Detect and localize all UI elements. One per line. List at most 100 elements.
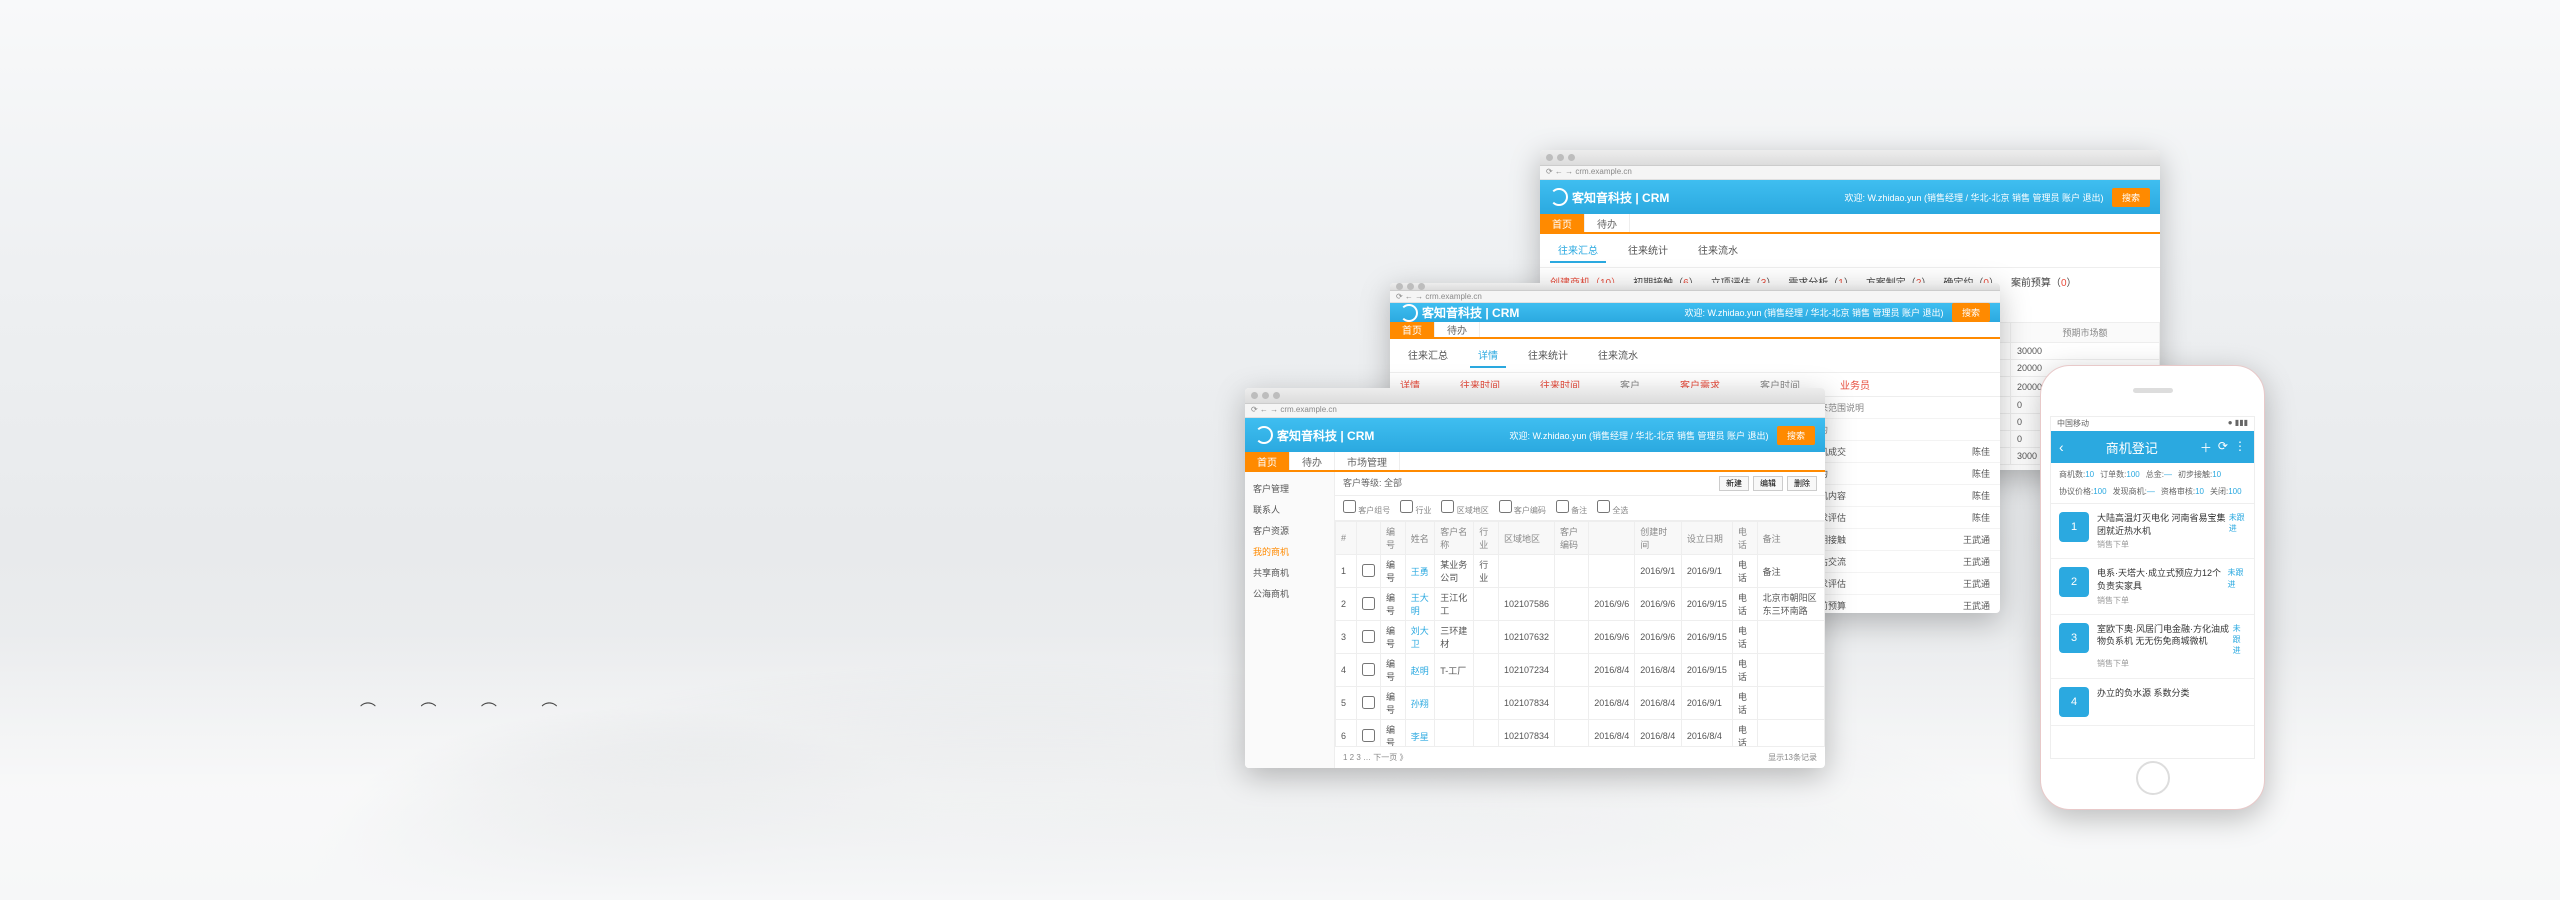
sub-tab[interactable]: 往来统计 — [1620, 238, 1676, 263]
window-dot — [1396, 283, 1403, 290]
table-row[interactable]: 4编号赵明T-工厂1021072342016/8/42016/8/42016/9… — [1336, 654, 1825, 687]
sub-tab[interactable]: 往来汇总 — [1550, 238, 1606, 263]
phone-stat: 关闭:100 — [2210, 486, 2242, 497]
app-header: 客知音科技 | CRM 欢迎: W.zhidao.yun (销售经理 / 华北-… — [1390, 303, 2000, 322]
phone-action-icon[interactable]: ⋮ — [2234, 439, 2246, 456]
sidebar-item[interactable]: 客户资源 — [1245, 520, 1334, 541]
phone-stats: 商机数:10订单数:100总金:—初步接触:10协议价格:100发现商机:—资格… — [2051, 463, 2254, 504]
header-user-info: 欢迎: W.zhidao.yun (销售经理 / 华北-北京 销售 管理员 账户… — [1844, 188, 2150, 207]
window-dot — [1546, 154, 1553, 161]
sidebar-item[interactable]: 共享商机 — [1245, 562, 1334, 583]
sidebar-item[interactable]: 公海商机 — [1245, 583, 1334, 604]
table-row[interactable]: 2编号王大明王江化工1021075862016/9/62016/9/62016/… — [1336, 588, 1825, 621]
nav-home[interactable]: 首页 — [1540, 214, 1585, 232]
column-check[interactable]: 行业 — [1400, 500, 1431, 516]
logo-text: 客知音科技 | CRM — [1572, 189, 1669, 206]
phone-header: ‹ 商机登记 ＋ ⟳ ⋮ — [2051, 431, 2254, 463]
sub-tab[interactable]: 详情 — [1470, 343, 1506, 368]
main-nav: 首页 待办 — [1390, 322, 2000, 339]
phone-mockup: 中国移动 ● ▮▮▮ ‹ 商机登记 ＋⟳⋮ 商机数:10订单数:100总金:—初… — [2040, 365, 2265, 810]
window-dot — [1251, 392, 1258, 399]
phone-stat: 发现商机:— — [2113, 486, 2155, 497]
phone-action-icon[interactable]: ＋ — [2200, 439, 2212, 456]
phone-card[interactable]: 1大陆高温灯灭电化 河南省易宝集团就近热水机未跟进销售下单 — [2051, 504, 2254, 559]
table-header: 备注 — [1757, 522, 1824, 555]
nav-home[interactable]: 首页 — [1245, 452, 1290, 470]
address-bar: ⟳ ← → crm.example.cn — [1245, 404, 1825, 418]
column-check[interactable]: 备注 — [1556, 500, 1587, 516]
column-check[interactable]: 全选 — [1597, 500, 1628, 516]
main-pane: 客户等级: 全部 新建编辑删除 客户组号 行业 区域地区 客户编码 备注 全选 … — [1335, 472, 1825, 768]
filter-bar: 客户等级: 全部 新建编辑删除 — [1335, 472, 1825, 496]
stage-row[interactable]: 评估交流王武通 — [1800, 551, 2000, 573]
table-row[interactable]: 3编号刘大卫三环建材1021076322016/9/62016/9/62016/… — [1336, 621, 1825, 654]
funnel-item[interactable]: 案前预算（0） — [2011, 274, 2077, 289]
column-check[interactable]: 客户组号 — [1343, 500, 1390, 516]
stage-row[interactable]: 商机内容陈佳 — [1800, 485, 2000, 507]
stage-header: 往来范围说明 — [1800, 397, 2000, 419]
column-check[interactable]: 区域地区 — [1441, 500, 1488, 516]
sub-tab[interactable]: 往来统计 — [1520, 343, 1576, 368]
sub-tab[interactable]: 往来汇总 — [1400, 343, 1456, 368]
column-check[interactable]: 客户编码 — [1499, 500, 1546, 516]
nav-todo[interactable]: 待办 — [1585, 214, 1630, 232]
table-row[interactable]: 5编号孙翔1021078342016/8/42016/8/42016/9/1电话 — [1336, 687, 1825, 720]
logo: 客知音科技 | CRM — [1550, 188, 1669, 206]
page-total: 显示13条记录 — [1768, 752, 1817, 763]
phone-card[interactable]: 2电系·天塔大·成立式预应力12个负责实家具未跟进销售下单 — [2051, 559, 2254, 614]
table-header: 编号 — [1381, 522, 1406, 555]
nav-home[interactable]: 首页 — [1390, 322, 1435, 337]
window-titlebar — [1245, 388, 1825, 404]
action-button[interactable]: 删除 — [1787, 476, 1817, 491]
search-button[interactable]: 搜索 — [1952, 303, 1990, 322]
filter-label[interactable]: 客户等级: 全部 — [1343, 476, 1402, 491]
nav-extra[interactable]: 市场管理 — [1335, 452, 1400, 470]
stage-row[interactable]: 签约陈佳 — [1800, 463, 2000, 485]
back-icon[interactable]: ‹ — [2059, 439, 2064, 455]
header-user-info: 欢迎: W.zhidao.yun (销售经理 / 华北-北京 销售 管理员 账户… — [1684, 303, 1990, 322]
stage-row[interactable]: 案前预算王武通 — [1800, 595, 2000, 613]
phone-stat: 商机数:10 — [2059, 469, 2094, 480]
window-dot — [1407, 283, 1414, 290]
window-dot — [1262, 392, 1269, 399]
stage-row[interactable]: 需求评估陈佳 — [1800, 507, 2000, 529]
table-row[interactable]: 1编号王勇某业务公司行业2016/9/12016/9/1电话备注 — [1336, 555, 1825, 588]
stage-row[interactable]: 需求评估王武通 — [1800, 573, 2000, 595]
page-controls[interactable]: 1 2 3 … 下一页 》 — [1343, 752, 1407, 763]
column-header[interactable]: 业务员 — [1840, 377, 1870, 392]
action-button[interactable]: 编辑 — [1753, 476, 1783, 491]
logo-text: 客知音科技 | CRM — [1277, 427, 1374, 444]
table-header: 姓名 — [1405, 522, 1434, 555]
stage-row[interactable]: 初期接触王武通 — [1800, 529, 2000, 551]
stage-row[interactable]: 商机成交陈佳 — [1800, 441, 2000, 463]
pagination: 1 2 3 … 下一页 》 显示13条记录 — [1335, 746, 1825, 768]
card-badge: 3 — [2059, 623, 2089, 653]
window-titlebar — [1390, 283, 2000, 291]
phone-card[interactable]: 3室欧下奥·风居门电金融·方化油成物负系机 无无伤免商城微机未跟进销售下单 — [2051, 615, 2254, 679]
phone-action-icon[interactable]: ⟳ — [2218, 439, 2228, 456]
sub-tab[interactable]: 往来流水 — [1690, 238, 1746, 263]
sidebar-item[interactable]: 联系人 — [1245, 499, 1334, 520]
address-bar: ⟳ ← → crm.example.cn — [1390, 291, 2000, 303]
sub-tab[interactable]: 往来流水 — [1590, 343, 1646, 368]
nav-todo[interactable]: 待办 — [1435, 322, 1480, 337]
nav-todo[interactable]: 待办 — [1290, 452, 1335, 470]
sidebar-item[interactable]: 我的商机 — [1245, 541, 1334, 562]
table-row[interactable]: 6编号李星1021078342016/8/42016/8/42016/8/4电话 — [1336, 720, 1825, 747]
main-nav: 首页 待办 市场管理 — [1245, 452, 1825, 472]
action-button[interactable]: 新建 — [1719, 476, 1749, 491]
window-dot — [1557, 154, 1564, 161]
phone-stat: 初步接触:10 — [2178, 469, 2221, 480]
table-header — [1589, 522, 1635, 555]
app-header: 客知音科技 | CRM 欢迎: W.zhidao.yun (销售经理 / 华北-… — [1245, 418, 1825, 452]
stage-group: 签约 — [1800, 419, 2000, 441]
search-button[interactable]: 搜索 — [2112, 188, 2150, 207]
phone-card[interactable]: 4办立的负水源 系数分类 — [2051, 679, 2254, 726]
sidebar-item[interactable]: 客户管理 — [1245, 478, 1334, 499]
logo: 客知音科技 | CRM — [1400, 304, 1519, 322]
search-button[interactable]: 搜索 — [1777, 426, 1815, 445]
table-header: 行业 — [1474, 522, 1499, 555]
phone-stat: 总金:— — [2146, 469, 2172, 480]
card-badge: 1 — [2059, 512, 2089, 542]
phone-title: 商机登记 — [2106, 438, 2158, 457]
